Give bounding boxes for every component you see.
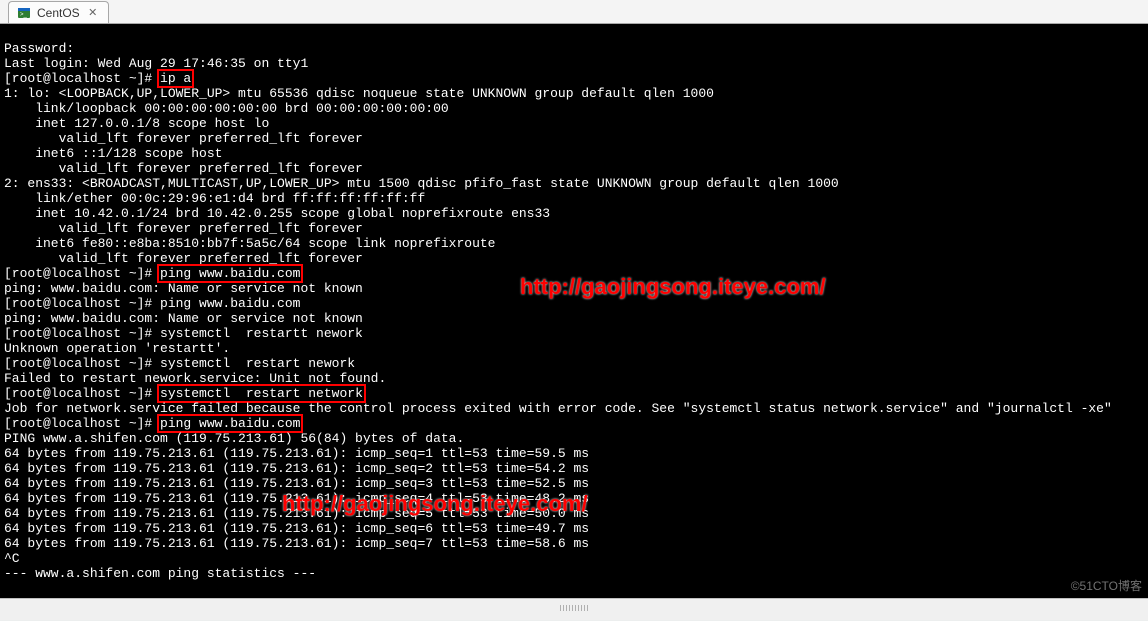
resize-grip-icon[interactable]: [560, 605, 588, 611]
tab-label: CentOS: [37, 6, 80, 20]
terminal-text: Password: Last login: Wed Aug 29 17:46:3…: [4, 41, 1144, 581]
tab-strip: >_ CentOS ✕: [0, 0, 1148, 24]
terminal-icon: >_: [17, 6, 31, 20]
tab-centos[interactable]: >_ CentOS ✕: [8, 1, 109, 23]
svg-text:>_: >_: [20, 12, 28, 18]
terminal-output[interactable]: Password: Last login: Wed Aug 29 17:46:3…: [0, 24, 1148, 598]
watermark-text: ©51CTO博客: [1071, 579, 1142, 594]
close-icon[interactable]: ✕: [86, 6, 100, 20]
status-bar: [0, 598, 1148, 620]
